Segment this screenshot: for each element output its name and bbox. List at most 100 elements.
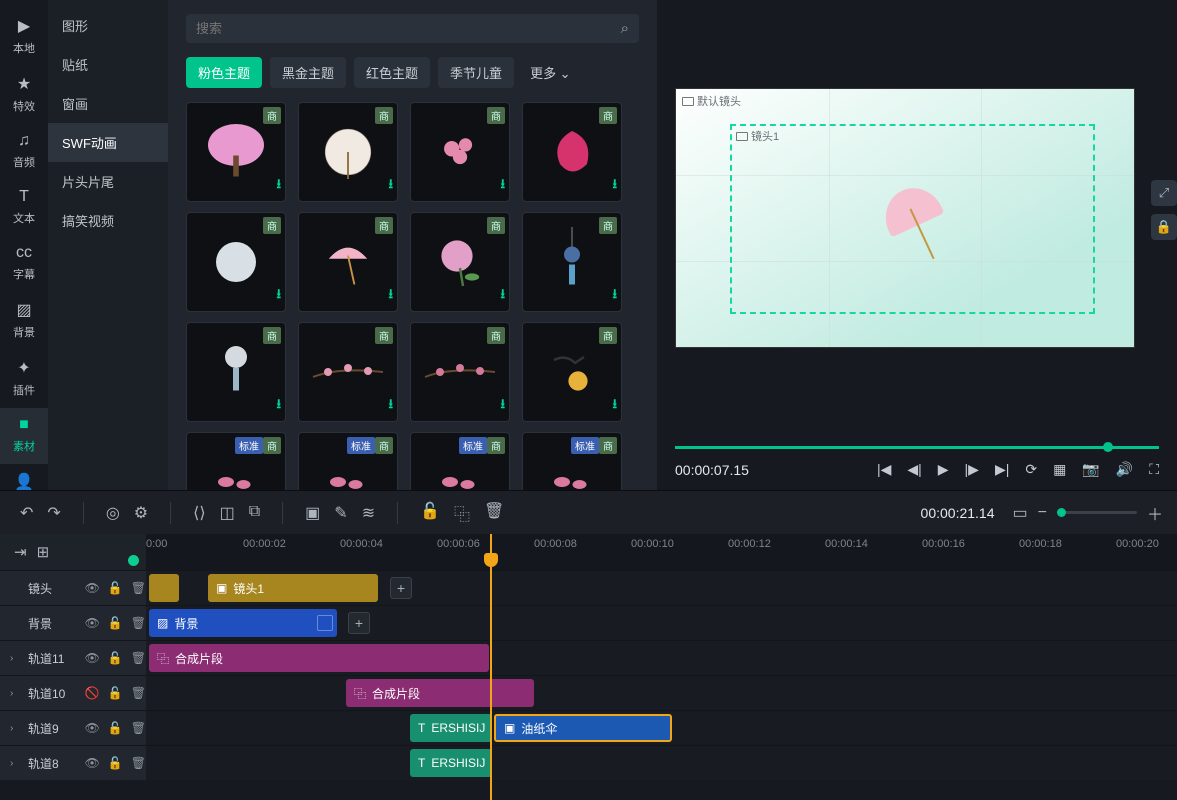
delete-icon[interactable]: 🗑 [484, 501, 504, 525]
volume-icon[interactable]: 🔊 [1116, 461, 1133, 478]
play-icon[interactable]: ▶ [938, 461, 949, 478]
expand-icon[interactable]: › [10, 653, 20, 664]
sub-item[interactable]: 图形 [48, 6, 168, 45]
grid-icon[interactable]: ▦ [1053, 461, 1066, 478]
nav-item-插件[interactable]: ✦插件 [0, 350, 48, 408]
asset-item[interactable]: 商⭳ [186, 102, 286, 202]
filter-chip[interactable]: 季节儿童 [438, 57, 514, 88]
crop-icon[interactable]: ◫ [220, 503, 235, 523]
add-clip-button[interactable]: + [348, 612, 370, 634]
track-head-11[interactable]: ›轨道11 👁 🔓 🗑 [0, 641, 146, 675]
asset-item[interactable]: 商⭳ [410, 322, 510, 422]
target-icon[interactable]: ◎ [106, 503, 120, 523]
snapshot-icon[interactable]: 📷 [1082, 461, 1099, 478]
download-icon[interactable]: ⭳ [276, 175, 281, 197]
trash-icon[interactable]: 🗑 [131, 616, 146, 630]
fullscreen-icon[interactable]: ⛶ [1149, 461, 1159, 478]
filter-more[interactable]: 更多 ⌄ [522, 57, 579, 88]
trash-icon[interactable]: 🗑 [131, 651, 146, 665]
nav-item-特效[interactable]: ★特效 [0, 66, 48, 124]
download-icon[interactable]: ⭳ [276, 395, 281, 417]
asset-item[interactable]: 标准商 [410, 432, 510, 490]
asset-item[interactable]: 商⭳ [410, 212, 510, 312]
trash-icon[interactable]: 🗑 [131, 756, 146, 770]
edit-icon[interactable]: ✎ [334, 503, 347, 523]
download-icon[interactable]: ⭳ [612, 285, 617, 307]
add-track-icon[interactable]: ⊞ [37, 543, 50, 561]
asset-item[interactable]: 标准商 [186, 432, 286, 490]
undo-icon[interactable]: ↶ [20, 503, 33, 523]
sub-item[interactable]: 窗画 [48, 84, 168, 123]
asset-item[interactable]: 商⭳ [186, 212, 286, 312]
download-icon[interactable]: ⭳ [276, 285, 281, 307]
filter-chip[interactable]: 黑金主题 [270, 57, 346, 88]
zoom-in-icon[interactable]: ＋ [1147, 501, 1163, 525]
filter-chip[interactable]: 红色主题 [354, 57, 430, 88]
download-icon[interactable]: ⭳ [500, 285, 505, 307]
preview-progress-slider[interactable] [675, 446, 1159, 449]
overflow-icon[interactable]: ⤢ [1151, 180, 1177, 206]
add-clip-button[interactable]: + [390, 577, 412, 599]
clip-umbrella[interactable]: ▣油纸伞 [494, 714, 672, 742]
asset-item[interactable]: 商⭳ [522, 212, 622, 312]
download-icon[interactable]: ⭳ [612, 175, 617, 197]
nav-item-背景[interactable]: ▨背景 [0, 292, 48, 350]
layers-icon[interactable]: ≋ [362, 503, 375, 523]
clip-text-8[interactable]: TERSHISIJ [410, 749, 492, 777]
sub-item[interactable]: 片头片尾 [48, 162, 168, 201]
download-icon[interactable]: ⭳ [388, 285, 393, 307]
timeline-ruler[interactable]: 0:0000:00:0200:00:0400:00:0600:00:0800:0… [146, 534, 1177, 570]
filter-chip[interactable]: 粉色主题 [186, 57, 262, 88]
gear-icon[interactable]: ⚙ [134, 503, 148, 523]
trash-icon[interactable]: 🗑 [131, 581, 146, 595]
clip-camera-1[interactable]: ▣镜头1 [208, 574, 378, 602]
preview-canvas[interactable]: 默认镜头 镜头1 [675, 88, 1135, 348]
expand-icon[interactable]: › [10, 688, 20, 699]
fit-icon[interactable]: ▭ [1013, 503, 1028, 523]
sub-item[interactable]: 搞笑视频 [48, 201, 168, 240]
asset-item[interactable]: 商⭳ [298, 102, 398, 202]
lock-icon[interactable]: 🔓 [108, 651, 123, 665]
zoom-slider[interactable] [1057, 511, 1137, 514]
lock-tool-icon[interactable]: 🔓 [420, 501, 440, 525]
nav-item-本地[interactable]: ▶本地 [0, 8, 48, 66]
search-box[interactable]: ⌕ [186, 14, 639, 43]
track-head-10[interactable]: ›轨道10 🚫 🔓 🗑 [0, 676, 146, 710]
expand-icon[interactable]: › [10, 758, 20, 769]
asset-item[interactable]: 商⭳ [522, 322, 622, 422]
nav-item-素材[interactable]: ■素材 [0, 408, 48, 464]
sub-item[interactable]: 贴纸 [48, 45, 168, 84]
lock-icon[interactable]: 🔓 [108, 581, 123, 595]
asset-item[interactable]: 商⭳ [522, 102, 622, 202]
split-icon[interactable]: ⟨⟩ [193, 503, 205, 523]
clip-composite-11[interactable]: ⿻合成片段 [149, 644, 489, 672]
track-head-9[interactable]: ›轨道9 👁 🔓 🗑 [0, 711, 146, 745]
asset-item[interactable]: 商⭳ [298, 212, 398, 312]
expand-icon[interactable]: › [10, 723, 20, 734]
lock-icon[interactable]: 🔓 [108, 721, 123, 735]
clip-cam-start[interactable] [149, 574, 179, 602]
asset-item[interactable]: 商⭳ [410, 102, 510, 202]
download-icon[interactable]: ⭳ [500, 175, 505, 197]
clip-text-9[interactable]: TERSHISIJ [410, 714, 492, 742]
timeline-playhead[interactable] [490, 534, 492, 800]
zoom-out-icon[interactable]: − [1038, 504, 1047, 522]
clip-background[interactable]: ▨背景 [149, 609, 337, 637]
clip-composite-10[interactable]: ⿻合成片段 [346, 679, 534, 707]
asset-item[interactable]: 商⭳ [298, 322, 398, 422]
download-icon[interactable]: ⭳ [612, 395, 617, 417]
visibility-hidden-icon[interactable]: 🚫 [85, 686, 100, 700]
download-icon[interactable]: ⭳ [500, 395, 505, 417]
goto-start-icon[interactable]: |◀ [877, 461, 891, 478]
step-back-icon[interactable]: ◀| [907, 461, 921, 478]
sub-item[interactable]: SWF动画 [48, 123, 168, 162]
visibility-icon[interactable]: 👁 [85, 721, 100, 735]
nav-item-字幕[interactable]: cc字幕 [0, 236, 48, 292]
asset-item[interactable]: 商⭳ [186, 322, 286, 422]
add-inout-icon[interactable]: ⇥ [14, 543, 27, 561]
redo-icon[interactable]: ↷ [47, 503, 60, 523]
asset-item[interactable]: 标准商 [298, 432, 398, 490]
visibility-icon[interactable]: 👁 [85, 616, 100, 630]
download-icon[interactable]: ⭳ [388, 395, 393, 417]
step-fwd-icon[interactable]: |▶ [965, 461, 979, 478]
